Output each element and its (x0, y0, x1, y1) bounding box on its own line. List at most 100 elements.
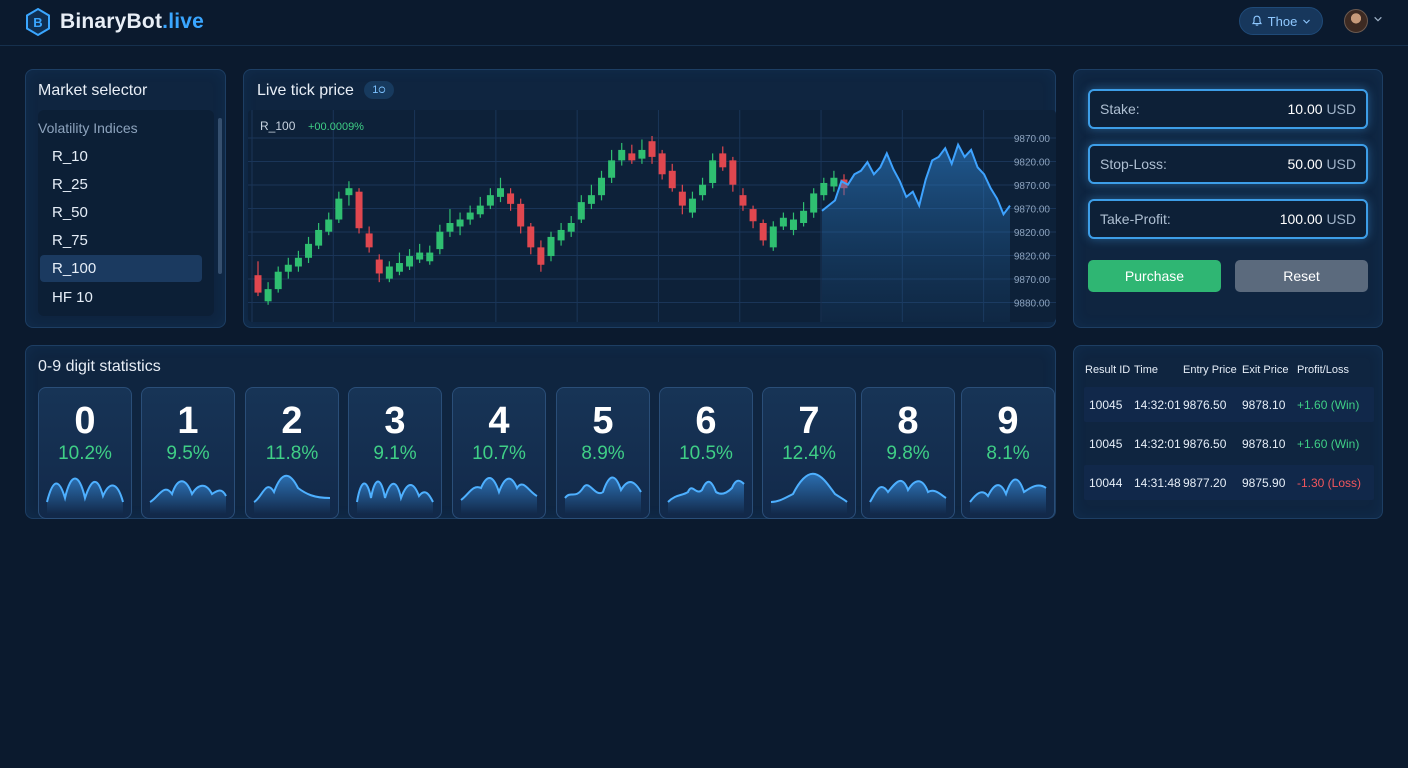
market-item-r50[interactable]: R_50 (40, 199, 202, 226)
stake-field[interactable]: Stake: 10.00 USD (1088, 89, 1368, 129)
user-menu-button[interactable]: Thoe (1239, 7, 1323, 35)
candle-up (315, 229, 323, 246)
candle-down (739, 195, 747, 206)
table-row[interactable]: 10045 14:32:01 9876.50 9878.10 +1.60 (Wi… (1084, 387, 1374, 422)
candle-up (274, 271, 282, 290)
candle-up (284, 264, 292, 272)
market-selector-panel: Market selector Volatility Indices R_10 … (25, 69, 226, 328)
digit-stats-title: 0-9 digit statistics (38, 358, 161, 375)
market-item-r25[interactable]: R_25 (40, 171, 202, 198)
candle-down (648, 141, 656, 157)
take-profit-field[interactable]: Take-Profit: 100.00 USD (1088, 199, 1368, 239)
reset-button[interactable]: Reset (1235, 260, 1368, 292)
stake-value: 10.00 USD (1287, 101, 1357, 117)
candle-down (628, 153, 636, 161)
digit-card-0[interactable]: 0 10.2% (38, 387, 132, 519)
y-axis-tick-label: 9820.00 (1014, 228, 1051, 239)
results-header-exit: Exit Price (1242, 364, 1289, 376)
avatar[interactable] (1344, 9, 1368, 33)
stake-label: Stake: (1100, 101, 1140, 117)
market-item-r75[interactable]: R_75 (40, 227, 202, 254)
digit-percentage: 12.4% (782, 443, 836, 464)
sparkline-area (870, 480, 946, 514)
digit-sparkline (356, 480, 434, 514)
digit-card-8[interactable]: 8 9.8% (861, 387, 955, 519)
candle-up (779, 217, 787, 227)
candle-down (668, 170, 676, 189)
candle-up (709, 160, 717, 183)
results-header-time: Time (1134, 364, 1159, 376)
digit-card-1[interactable]: 1 9.5% (141, 387, 235, 519)
candle-up (618, 149, 626, 161)
candle-up (385, 266, 393, 279)
table-row[interactable]: 10044 14:31:48 9877.20 9875.90 -1.30 (Lo… (1084, 465, 1374, 500)
chart-title: Live tick price (257, 82, 354, 99)
market-list-scrollbar[interactable] (218, 118, 222, 274)
take-profit-label: Take-Profit: (1100, 211, 1171, 227)
user-name: Thoe (1267, 13, 1298, 29)
bell-icon (1251, 15, 1262, 26)
market-item-r10[interactable]: R_10 (40, 143, 202, 170)
candle-up (476, 205, 484, 215)
trade-form-panel: Stake: 10.00 USD Stop-Loss: 50.00 USD Ta… (1073, 69, 1383, 328)
digit-card-7[interactable]: 7 12.4% (762, 387, 856, 519)
chevron-down-icon[interactable] (1373, 14, 1383, 24)
result-id: 10044 (1089, 476, 1123, 490)
chart-tick-badge[interactable]: 1੦ (364, 81, 394, 99)
logo-letter: B (33, 15, 42, 30)
results-panel: Result ID Time Entry Price Exit Price Pr… (1073, 345, 1383, 519)
digit-number: 0 (74, 400, 96, 442)
result-entry: 9876.50 (1183, 398, 1227, 412)
candle-up (436, 231, 444, 250)
candle-down (729, 160, 737, 185)
result-exit: 9878.10 (1242, 398, 1286, 412)
candle-up (688, 198, 696, 213)
stop-loss-value: 50.00 USD (1287, 156, 1357, 172)
result-pl: -1.30 (Loss) (1297, 476, 1362, 490)
stop-loss-label: Stop-Loss: (1100, 156, 1167, 172)
market-item-hf10[interactable]: HF 10 (40, 284, 202, 311)
digit-percentage: 10.5% (679, 443, 733, 464)
brand-logo[interactable]: B BinaryBot.live (24, 7, 204, 37)
candle-down (537, 247, 545, 265)
table-row[interactable]: 10045 14:32:01 9876.50 9878.10 +1.60 (Wi… (1084, 426, 1374, 461)
digit-sparkline (46, 477, 124, 514)
candle-up (305, 243, 313, 258)
purchase-button[interactable]: Purchase (1088, 260, 1221, 292)
candle-up (789, 219, 797, 230)
digit-sparkline (869, 479, 947, 514)
result-id: 10045 (1089, 437, 1123, 451)
digit-card-2[interactable]: 2 11.8% (245, 387, 339, 519)
digit-card-5[interactable]: 5 8.9% (556, 387, 650, 519)
digit-card-6[interactable]: 6 10.5% (659, 387, 753, 519)
digit-number: 4 (488, 400, 510, 442)
digit-card-9[interactable]: 9 8.1% (961, 387, 1055, 519)
results-header-entry: Entry Price (1183, 364, 1237, 376)
market-item-r100[interactable]: R_100 (40, 255, 202, 282)
candle-up (608, 160, 616, 178)
digit-percentage: 8.1% (986, 443, 1030, 464)
candle-down (517, 203, 525, 227)
digit-card-3[interactable]: 3 9.1% (348, 387, 442, 519)
result-entry: 9877.20 (1183, 476, 1227, 490)
chart-panel: Live tick price 1੦ R_100 +00.0009% 9870.00… (243, 69, 1056, 328)
candle-up (335, 198, 343, 220)
digit-card-4[interactable]: 4 10.7% (452, 387, 546, 519)
candle-up (395, 263, 403, 272)
y-axis-tick-label: 9820.00 (1014, 252, 1051, 263)
stop-loss-field[interactable]: Stop-Loss: 50.00 USD (1088, 144, 1368, 184)
digit-number: 3 (384, 400, 406, 442)
result-exit: 9878.10 (1242, 437, 1286, 451)
candle-up (810, 193, 818, 213)
y-axis-tick-label: 9870.00 (1014, 181, 1051, 192)
market-group-label: Volatility Indices (38, 120, 138, 136)
take-profit-value: 100.00 USD (1279, 211, 1356, 227)
digit-sparkline (253, 474, 331, 514)
digit-percentage: 9.5% (166, 443, 210, 464)
price-chart[interactable]: R_100 +00.0009% 9870.00 9820.00 9870.00 9870.… (248, 110, 1056, 322)
chart-symbol-label: R_100 (260, 119, 296, 133)
sparkline-area (970, 479, 1046, 514)
candle-up (264, 289, 272, 302)
market-selector-title: Market selector (38, 82, 148, 99)
result-entry: 9876.50 (1183, 437, 1227, 451)
